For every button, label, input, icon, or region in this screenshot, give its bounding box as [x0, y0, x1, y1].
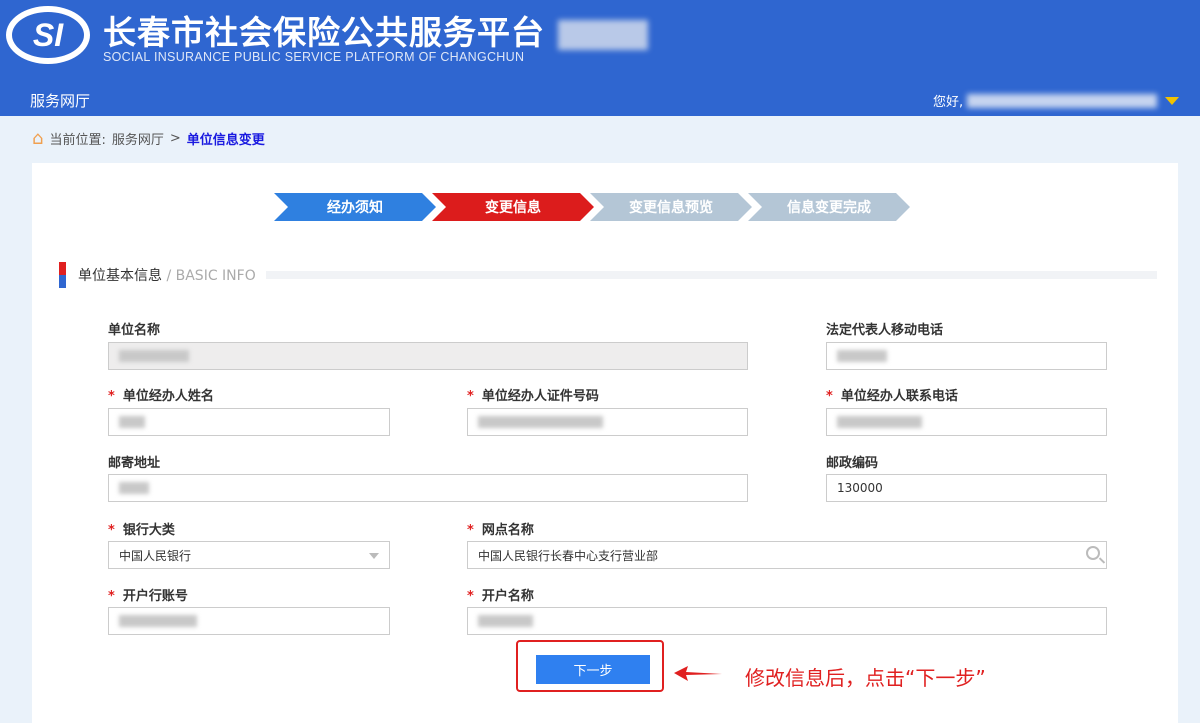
section-title-en: / BASIC INFO	[166, 268, 256, 284]
account-name-input[interactable]	[467, 607, 1107, 635]
branch-value: 中国人民银行长春中心支行营业部	[478, 548, 659, 563]
breadcrumb-prefix: 当前位置:	[49, 133, 106, 148]
account-no-label: * 开户行账号	[108, 589, 188, 604]
content-panel	[32, 163, 1178, 723]
branch-input[interactable]: 中国人民银行长春中心支行营业部	[467, 541, 1107, 569]
search-icon[interactable]	[1086, 546, 1100, 560]
step-2: 变更信息	[432, 193, 594, 221]
site-title: 长春市社会保险公共服务平台	[103, 6, 648, 54]
address-label: 邮寄地址	[108, 456, 161, 471]
postcode-input[interactable]: 130000	[826, 474, 1107, 502]
unit-name-input[interactable]	[108, 342, 748, 370]
chevron-down-icon	[369, 553, 379, 559]
section-marker	[59, 262, 66, 288]
arrow-left-icon	[674, 666, 722, 681]
agent-id-input[interactable]	[467, 408, 748, 436]
agent-phone-label: * 单位经办人联系电话	[826, 389, 958, 404]
home-icon: ⌂	[32, 128, 44, 149]
progress-steps: 经办须知 变更信息 变更信息预览 信息变更完成	[274, 193, 910, 221]
section-divider	[265, 271, 1157, 279]
bank-type-value: 中国人民银行	[119, 548, 192, 563]
breadcrumb: ⌂ 当前位置: 服务网厅 > 单位信息变更	[32, 128, 265, 149]
step-3: 变更信息预览	[590, 193, 752, 221]
section-title-cn: 单位基本信息	[78, 268, 162, 284]
step-4: 信息变更完成	[748, 193, 910, 221]
account-name-label: * 开户名称	[467, 589, 534, 604]
address-input[interactable]	[108, 474, 748, 502]
breadcrumb-parent[interactable]: 服务网厅	[112, 129, 164, 148]
agent-id-label: * 单位经办人证件号码	[467, 389, 599, 404]
breadcrumb-separator: >	[169, 131, 181, 146]
section-title: 单位基本信息 / BASIC INFO	[78, 265, 256, 285]
bank-type-select[interactable]: 中国人民银行	[108, 541, 390, 569]
annotation-text: 修改信息后，点击“下一步”	[745, 666, 986, 690]
agent-name-label: * 单位经办人姓名	[108, 389, 214, 404]
next-step-button[interactable]: 下一步	[536, 655, 650, 684]
section-header: 单位基本信息 / BASIC INFO	[59, 262, 1157, 288]
si-logo: SI	[6, 6, 90, 64]
legal-phone-input[interactable]	[826, 342, 1107, 370]
branch-label: * 网点名称	[467, 523, 534, 538]
blurred-username	[967, 93, 1158, 108]
unit-name-label: 单位名称	[108, 323, 161, 338]
nav-service-hall[interactable]: 服务网厅	[30, 90, 90, 111]
site-title-text: 长春市社会保险公共服务平台	[103, 13, 545, 52]
dropdown-icon	[1165, 96, 1180, 105]
postcode-label: 邮政编码	[826, 456, 879, 471]
legal-phone-label: 法定代表人移动电话	[826, 323, 944, 338]
breadcrumb-current: 单位信息变更	[186, 133, 265, 148]
agent-name-input[interactable]	[108, 408, 390, 436]
bank-type-label: * 银行大类	[108, 523, 175, 538]
site-subtitle: SOCIAL INSURANCE PUBLIC SERVICE PLATFORM…	[103, 50, 525, 64]
header: SI 长春市社会保险公共服务平台 SOCIAL INSURANCE PUBLIC…	[0, 0, 1200, 116]
agent-phone-input[interactable]	[826, 408, 1107, 436]
greeting: 您好,	[933, 95, 964, 110]
user-menu[interactable]: 您好,	[933, 91, 1180, 110]
account-no-input[interactable]	[108, 607, 390, 635]
step-1: 经办须知	[274, 193, 436, 221]
blurred-region	[557, 19, 648, 50]
